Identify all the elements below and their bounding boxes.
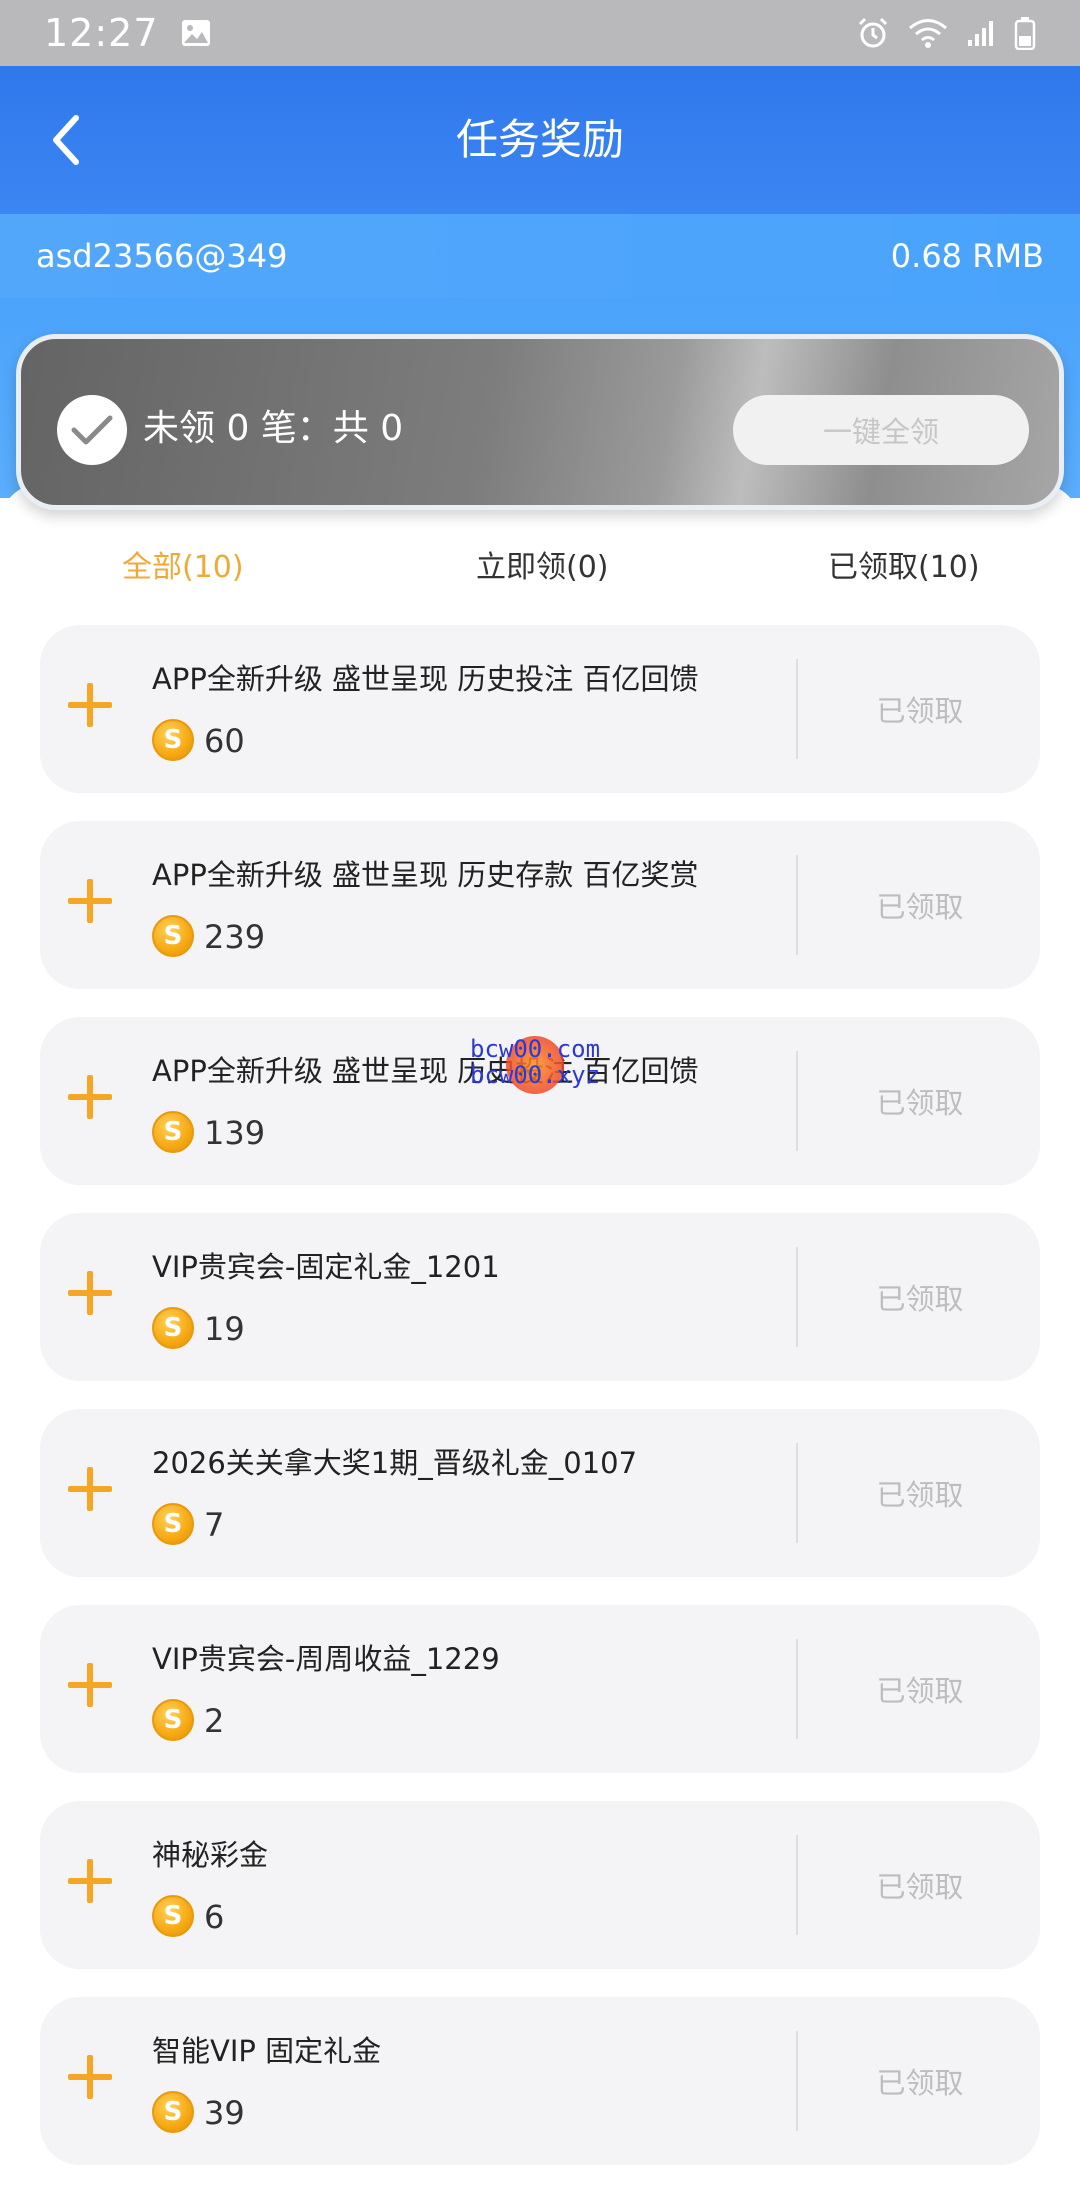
page-title: 任务奖励 (455, 115, 624, 164)
claim-summary-card: 未领 0 笔：共 0 一键全领 (16, 334, 1064, 510)
status-bar: 12:27 (0, 0, 1080, 66)
nav-bar: 任务奖励 (0, 66, 1080, 214)
claimed-status: 已领取 (876, 2066, 964, 2100)
claimed-status: 已领取 (876, 1674, 964, 1708)
account-balance: 0.68 RMB (890, 237, 1044, 275)
reward-name: VIP贵宾会-固定礼金_1201 (152, 1250, 500, 1284)
user-info-bar: asd23566@349 0.68 RMB (0, 214, 1080, 298)
divider (796, 659, 798, 759)
divider (796, 855, 798, 955)
reward-amount: 39 (204, 2094, 245, 2132)
claim-all-button[interactable]: 一键全领 (733, 395, 1029, 465)
reward-amount: 7 (204, 1506, 225, 1544)
claimed-status: 已领取 (876, 1086, 964, 1120)
signal-icon (966, 18, 996, 48)
account-name: asd23566@349 (36, 237, 288, 275)
reward-amount: 2 (204, 1702, 225, 1740)
claimed-status: 已领取 (876, 890, 964, 924)
reward-item[interactable]: 2026关关拿大奖1期_晋级礼金_0107 S 7 已领取 (40, 1409, 1040, 1577)
divider (796, 1247, 798, 1347)
reward-amount: 60 (204, 722, 245, 760)
image-icon (181, 19, 211, 47)
divider (796, 1443, 798, 1543)
plus-icon (68, 1467, 112, 1511)
divider (796, 1639, 798, 1739)
wifi-icon (908, 17, 948, 49)
reward-amount: 239 (204, 918, 266, 956)
coin-icon: S (152, 1111, 194, 1153)
claimed-status: 已领取 (876, 1478, 964, 1512)
coin-icon: S (152, 1699, 194, 1741)
battery-icon (1014, 16, 1036, 50)
reward-item[interactable]: 神秘彩金 S 6 已领取 (40, 1801, 1040, 1969)
claimed-status: 已领取 (876, 1870, 964, 1904)
coin-icon: S (152, 719, 194, 761)
plus-icon (68, 683, 112, 727)
watermark-line-1: bcw00.com (470, 1035, 601, 1063)
watermark: bcw00.com bcw00.xyz (470, 1036, 630, 1096)
reward-name: APP全新升级 盛世呈现 历史投注 百亿回馈 (152, 662, 699, 696)
alarm-icon (856, 16, 890, 50)
reward-item[interactable]: VIP贵宾会-固定礼金_1201 S 19 已领取 (40, 1213, 1040, 1381)
tab-claim-now[interactable]: 立即领(0) (476, 530, 609, 606)
unclaimed-summary: 未领 0 笔：共 0 (143, 408, 404, 449)
divider (796, 2031, 798, 2131)
reward-list: APP全新升级 盛世呈现 历史投注 百亿回馈 S 60 已领取 APP全新升级 … (40, 625, 1040, 2193)
tab-all[interactable]: 全部(10) (122, 530, 244, 606)
reward-item[interactable]: APP全新升级 盛世呈现 历史投注 百亿回馈 S 60 已领取 (40, 625, 1040, 793)
reward-name: 神秘彩金 (152, 1838, 269, 1872)
reward-name: VIP贵宾会-周周收益_1229 (152, 1642, 500, 1676)
divider (796, 1051, 798, 1151)
reward-item[interactable]: 智能VIP 固定礼金 S 39 已领取 (40, 1997, 1040, 2165)
coin-icon: S (152, 1895, 194, 1937)
reward-amount: 139 (204, 1114, 266, 1152)
plus-icon (68, 2055, 112, 2099)
coin-icon: S (152, 1307, 194, 1349)
plus-icon (68, 1271, 112, 1315)
reward-name: APP全新升级 盛世呈现 历史存款 百亿奖赏 (152, 858, 699, 892)
coin-icon: S (152, 1503, 194, 1545)
coin-icon: S (152, 2091, 194, 2133)
reward-amount: 19 (204, 1310, 245, 1348)
watermark-line-2: bcw00.xyz (470, 1061, 601, 1089)
reward-item[interactable]: VIP贵宾会-周周收益_1229 S 2 已领取 (40, 1605, 1040, 1773)
plus-icon (68, 1859, 112, 1903)
check-icon (57, 395, 127, 465)
reward-tabs: 全部(10) 立即领(0) 已领取(10) (0, 530, 1080, 606)
claimed-status: 已领取 (876, 694, 964, 728)
divider (796, 1835, 798, 1935)
reward-amount: 6 (204, 1898, 225, 1936)
plus-icon (68, 1075, 112, 1119)
reward-item[interactable]: APP全新升级 盛世呈现 历史存款 百亿奖赏 S 239 已领取 (40, 821, 1040, 989)
tab-claimed[interactable]: 已领取(10) (828, 530, 980, 606)
reward-name: 2026关关拿大奖1期_晋级礼金_0107 (152, 1446, 638, 1480)
reward-name: 智能VIP 固定礼金 (152, 2034, 382, 2068)
status-time: 12:27 (44, 11, 159, 55)
claimed-status: 已领取 (876, 1282, 964, 1316)
plus-icon (68, 879, 112, 923)
plus-icon (68, 1663, 112, 1707)
coin-icon: S (152, 915, 194, 957)
